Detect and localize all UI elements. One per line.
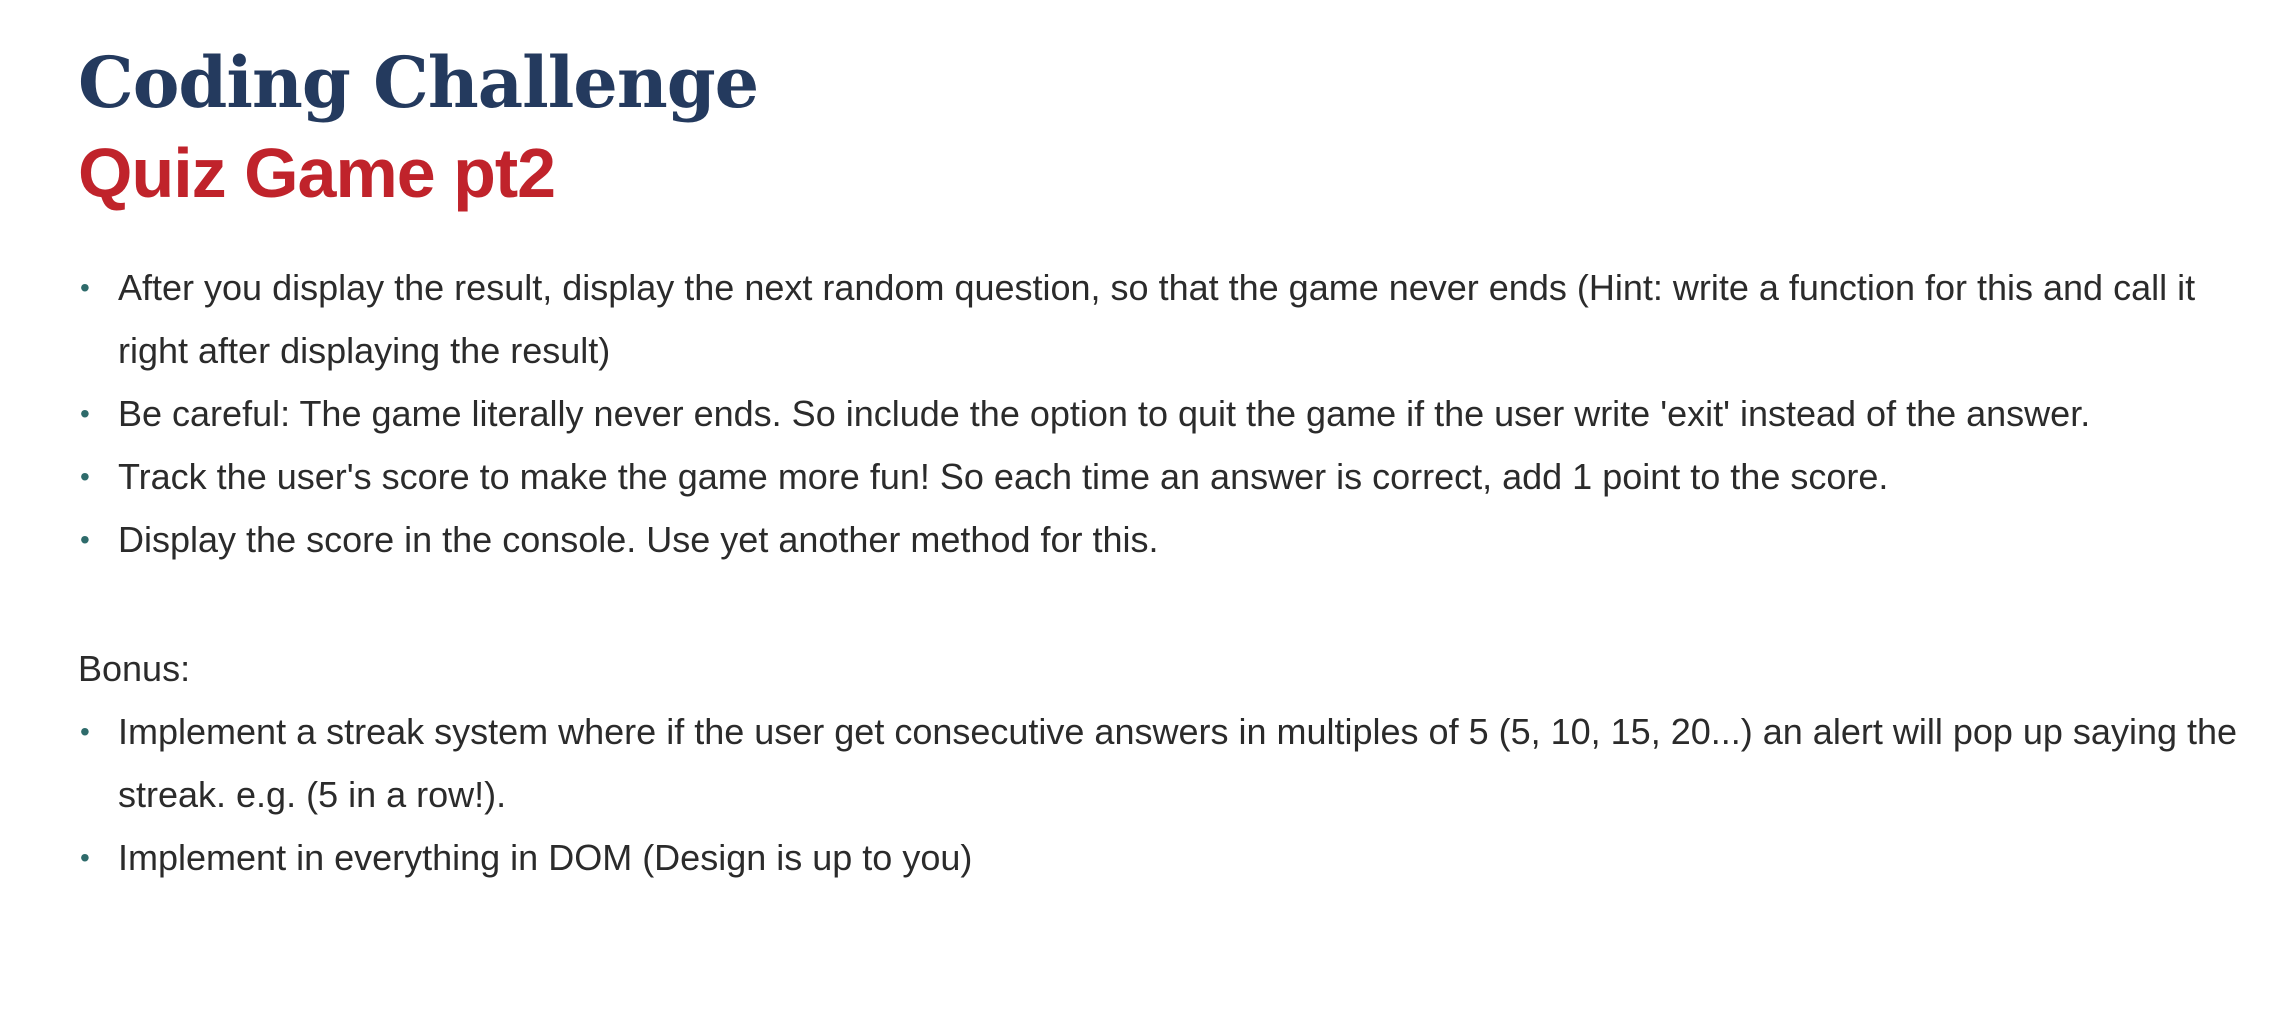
bullet-icon: • [80,842,90,873]
list-item-text: After you display the result, display th… [118,267,2196,371]
list-item-text: Display the score in the console. Use ye… [118,519,1159,560]
list-item: • Track the user's score to make the gam… [78,445,2248,508]
list-item: • Be careful: The game literally never e… [78,382,2248,445]
page-subtitle: Quiz Game pt2 [78,134,556,212]
bullet-icon: • [80,461,90,492]
slide: Coding Challenge Quiz Game pt2 • After y… [78,38,2248,889]
list-item-text: Be careful: The game literally never end… [118,393,2091,434]
bullet-icon: • [80,272,90,303]
bonus-list: • Implement a streak system where if the… [78,700,2248,889]
task-list: • After you display the result, display … [78,256,2248,571]
bullet-icon: • [80,398,90,429]
page-title: Coding Challenge [78,41,759,124]
list-item: • Implement in everything in DOM (Design… [78,826,2248,889]
list-item-text: Implement in everything in DOM (Design i… [118,837,973,878]
bullet-icon: • [80,716,90,747]
list-item-text: Implement a streak system where if the u… [118,711,2238,815]
list-item: • Implement a streak system where if the… [78,700,2248,826]
bullet-icon: • [80,524,90,555]
list-item-text: Track the user's score to make the game … [118,456,1889,497]
bonus-label: Bonus: [78,648,191,689]
list-item: • After you display the result, display … [78,256,2248,382]
list-item: • Display the score in the console. Use … [78,508,2248,571]
